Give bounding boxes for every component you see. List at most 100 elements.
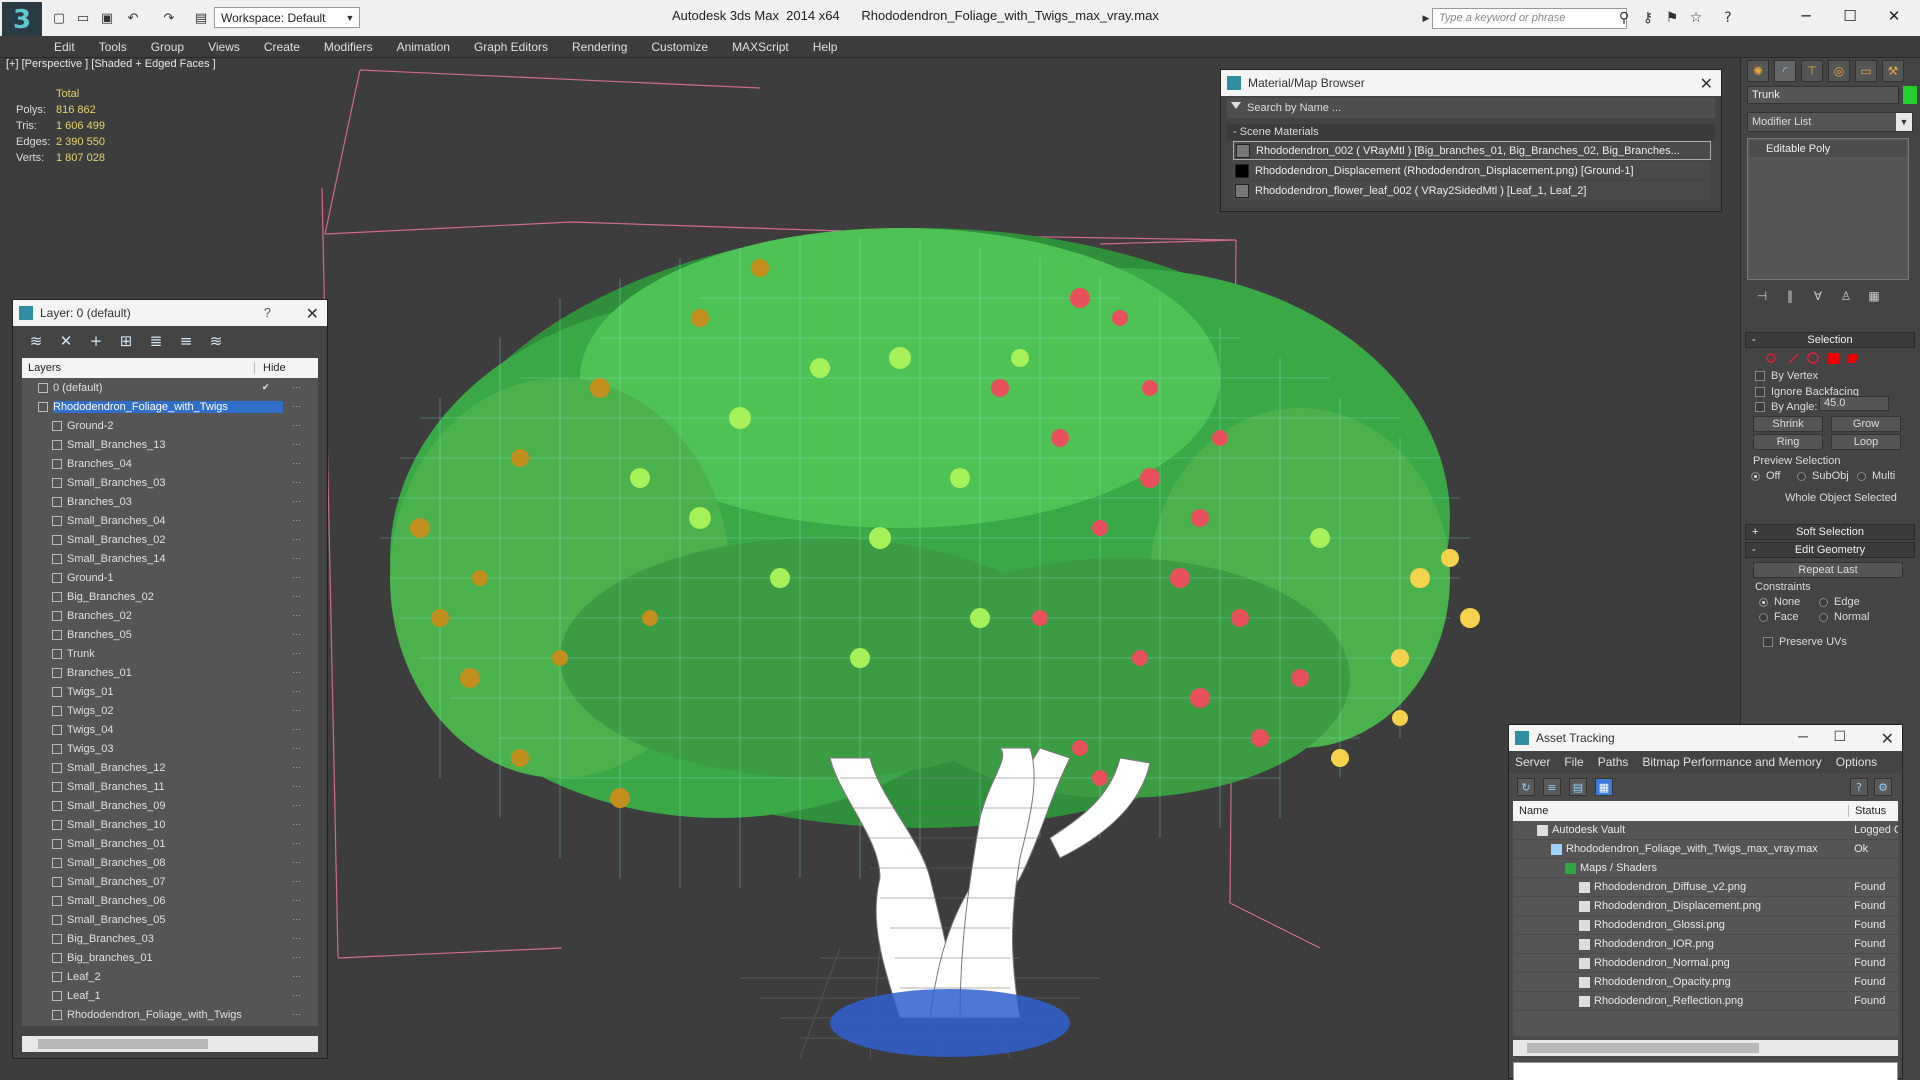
hide-column-header[interactable]: Hide (255, 362, 286, 374)
layer-row[interactable]: Leaf_1 ⋯ (22, 986, 318, 1005)
filter-icon[interactable] (1231, 102, 1241, 109)
new-file-icon[interactable]: ▢ (50, 9, 68, 27)
workspace-dropdown[interactable]: Workspace: Default ▼ (214, 7, 360, 28)
grow-button[interactable]: Grow (1831, 416, 1901, 432)
material-item[interactable]: Rhododendron_002 ( VRayMtl ) [Big_branch… (1233, 141, 1711, 160)
hierarchy-tab-icon[interactable]: ⊤ (1801, 60, 1823, 82)
hide-toggle-icon[interactable]: ⋯ (292, 705, 304, 715)
make-unique-icon[interactable]: ∀ (1811, 289, 1825, 303)
preserve-uvs-checkbox[interactable]: Preserve UVs (1763, 636, 1847, 648)
polygon-mode-icon[interactable] (1827, 352, 1840, 365)
layer-row[interactable]: Small_Branches_03 ⋯ (22, 473, 318, 492)
asset-row[interactable]: Rhododendron_Glossi.png Found (1513, 916, 1898, 935)
material-item[interactable]: Rhododendron_Displacement (Rhododendron_… (1233, 161, 1711, 180)
layer-row[interactable]: Small_Branches_10 ⋯ (22, 815, 318, 834)
hide-toggle-icon[interactable]: ⋯ (292, 686, 304, 696)
asset-row[interactable]: Rhododendron_Opacity.png Found (1513, 973, 1898, 992)
asset-row[interactable]: Rhododendron_Displacement.png Found (1513, 897, 1898, 916)
create-layer-icon[interactable]: ≋ (27, 332, 45, 350)
layer-row[interactable]: Small_Branches_13 ⋯ (22, 435, 318, 454)
hide-toggle-icon[interactable]: ⋯ (292, 952, 304, 962)
menu-graph-editors[interactable]: Graph Editors (474, 40, 548, 54)
undo-icon[interactable]: ↶ (124, 9, 142, 27)
selection-rollout-header[interactable]: - Selection (1745, 332, 1915, 348)
layer-row[interactable]: Ground-2 ⋯ (22, 416, 318, 435)
layer-row[interactable]: Small_Branches_01 ⋯ (22, 834, 318, 853)
modifier-list-dropdown[interactable]: Modifier List ▼ (1747, 112, 1913, 132)
settings-icon[interactable]: ⚙ (1874, 778, 1892, 796)
help-icon[interactable]: ? (1850, 778, 1868, 796)
asset-row[interactable]: Rhododendron_Diffuse_v2.png Found (1513, 878, 1898, 897)
border-mode-icon[interactable] (1807, 352, 1820, 365)
minimize-icon[interactable]: ─ (1784, 4, 1828, 28)
menu-modifiers[interactable]: Modifiers (324, 40, 373, 54)
favorite-star-icon[interactable]: ☆ (1686, 9, 1706, 27)
refresh-icon[interactable]: ↻ (1517, 778, 1535, 796)
constraint-edge-radio[interactable]: Edge (1819, 596, 1860, 608)
checkmark-icon[interactable]: ✔ (262, 382, 274, 392)
menu-bitmap-performance[interactable]: Bitmap Performance and Memory (1642, 755, 1821, 769)
layer-row[interactable]: Small_Branches_06 ⋯ (22, 891, 318, 910)
layer-row[interactable]: Branches_02 ⋯ (22, 606, 318, 625)
hide-toggle-icon[interactable]: ⋯ (292, 439, 304, 449)
layer-row[interactable]: Big_Branches_02 ⋯ (22, 587, 318, 606)
menu-rendering[interactable]: Rendering (572, 40, 627, 54)
layer-row[interactable]: Twigs_04 ⋯ (22, 720, 318, 739)
vertex-mode-icon[interactable] (1765, 352, 1778, 365)
layer-row[interactable]: Small_Branches_07 ⋯ (22, 872, 318, 891)
hide-toggle-icon[interactable]: ⋯ (292, 990, 304, 1000)
layer-row[interactable]: Small_Branches_12 ⋯ (22, 758, 318, 777)
display-tab-icon[interactable]: ▭ (1855, 60, 1877, 82)
material-item[interactable]: Rhododendron_flower_leaf_002 ( VRay2Side… (1233, 181, 1711, 200)
menu-tools[interactable]: Tools (99, 40, 127, 54)
hide-toggle-icon[interactable]: ⋯ (292, 420, 304, 430)
edit-geometry-rollout-header[interactable]: - Edit Geometry (1745, 542, 1915, 558)
search-expand-icon[interactable]: ▶ (1420, 10, 1432, 28)
open-file-icon[interactable]: ▭ (74, 9, 92, 27)
menu-create[interactable]: Create (264, 40, 300, 54)
hide-all-layers-icon[interactable]: ≡ (177, 332, 195, 350)
hide-toggle-icon[interactable]: ⋯ (292, 667, 304, 677)
layer-row[interactable]: 0 (default) ✔ ⋯ (22, 378, 318, 397)
app-logo[interactable]: 3 (2, 2, 42, 38)
scrollbar-thumb[interactable] (38, 1039, 208, 1049)
layer-row[interactable]: Twigs_01 ⋯ (22, 682, 318, 701)
hide-toggle-icon[interactable]: ⋯ (292, 553, 304, 563)
hide-toggle-icon[interactable]: ⋯ (292, 629, 304, 639)
horizontal-scrollbar[interactable] (22, 1036, 318, 1052)
hide-toggle-icon[interactable]: ⋯ (292, 610, 304, 620)
asset-row[interactable]: Maps / Shaders (1513, 859, 1898, 878)
hide-toggle-icon[interactable]: ⋯ (292, 1009, 304, 1019)
layer-row[interactable]: Big_Branches_03 ⋯ (22, 929, 318, 948)
key-icon[interactable]: ⚷ (1638, 9, 1658, 27)
close-icon[interactable]: ✕ (1881, 729, 1894, 748)
show-end-result-icon[interactable]: ‖ (1783, 289, 1797, 303)
preview-off-radio[interactable]: Off (1751, 470, 1780, 482)
hide-toggle-icon[interactable]: ⋯ (292, 914, 304, 924)
redo-icon[interactable]: ↷ (160, 9, 178, 27)
layer-row[interactable]: Big_branches_01 ⋯ (22, 948, 318, 967)
layer-row[interactable]: Leaf_2 ⋯ (22, 967, 318, 986)
hide-toggle-icon[interactable]: ⋯ (292, 762, 304, 772)
utilities-tab-icon[interactable]: ⚒ (1882, 60, 1904, 82)
hide-toggle-icon[interactable]: ⋯ (292, 572, 304, 582)
help-icon[interactable]: ? (1718, 9, 1738, 27)
add-to-layer-icon[interactable]: + (87, 332, 105, 350)
layer-row[interactable]: Small_Branches_14 ⋯ (22, 549, 318, 568)
hide-toggle-icon[interactable]: ⋯ (292, 819, 304, 829)
hide-toggle-icon[interactable]: ⋯ (292, 382, 304, 392)
project-folder-icon[interactable]: ▤ (192, 9, 210, 27)
maximize-icon[interactable]: ☐ (1833, 728, 1846, 745)
remove-modifier-icon[interactable]: ♙ (1839, 289, 1853, 303)
layer-row[interactable]: Branches_01 ⋯ (22, 663, 318, 682)
menu-options[interactable]: Options (1836, 755, 1877, 769)
search-input[interactable]: Type a keyword or phrase (1432, 8, 1627, 29)
hide-toggle-icon[interactable]: ⋯ (292, 800, 304, 810)
layer-row[interactable]: Small_Branches_05 ⋯ (22, 910, 318, 929)
material-search-input[interactable]: Search by Name ... (1227, 98, 1715, 118)
scrollbar-thumb[interactable] (1527, 1043, 1759, 1053)
layer-row[interactable]: Small_Branches_09 ⋯ (22, 796, 318, 815)
modify-tab-icon[interactable]: ◜ (1774, 60, 1796, 82)
layer-row[interactable]: Twigs_02 ⋯ (22, 701, 318, 720)
hide-toggle-icon[interactable]: ⋯ (292, 591, 304, 601)
